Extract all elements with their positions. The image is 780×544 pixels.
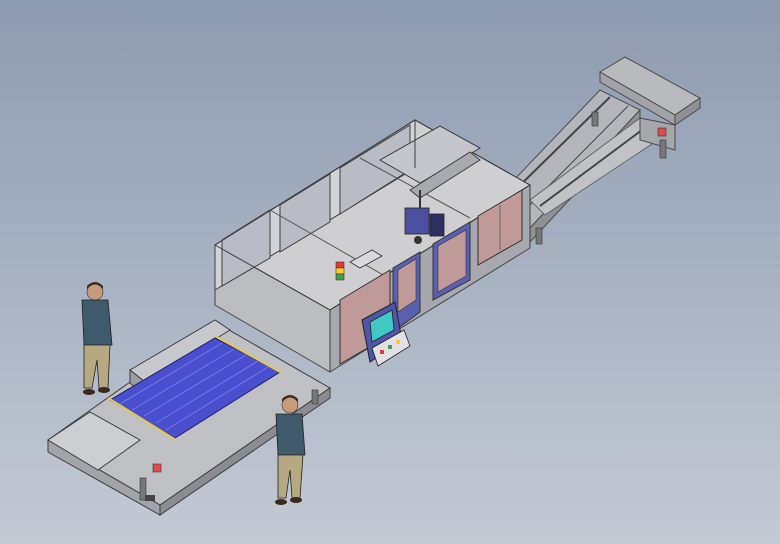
machine-render bbox=[47, 56, 701, 516]
cad-viewport[interactable] bbox=[0, 0, 780, 544]
person-icon bbox=[81, 282, 113, 395]
